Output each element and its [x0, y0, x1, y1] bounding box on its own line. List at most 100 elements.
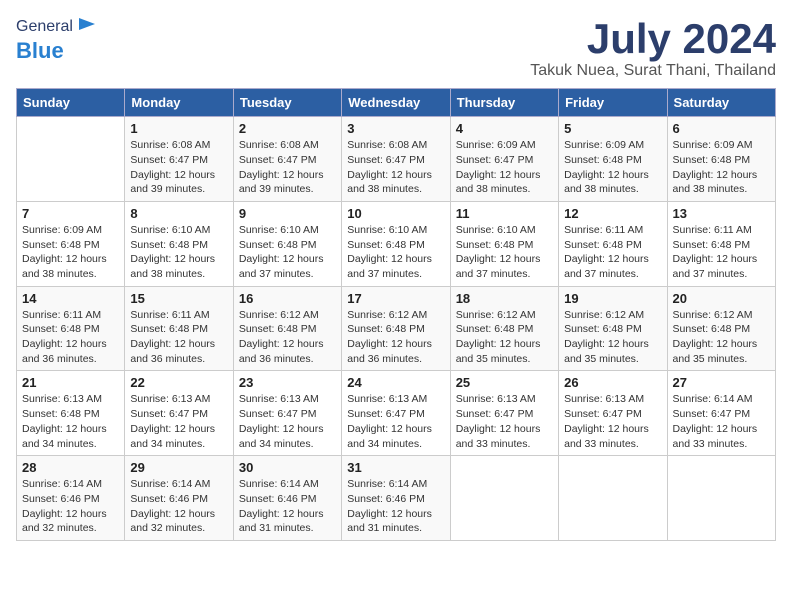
day-number: 28 — [22, 460, 119, 475]
day-info: Sunrise: 6:13 AM Sunset: 6:48 PM Dayligh… — [22, 392, 119, 451]
day-number: 12 — [564, 206, 661, 221]
calendar-week-row: 1Sunrise: 6:08 AM Sunset: 6:47 PM Daylig… — [17, 117, 776, 202]
day-number: 27 — [673, 375, 770, 390]
day-info: Sunrise: 6:14 AM Sunset: 6:46 PM Dayligh… — [239, 477, 336, 536]
day-number: 9 — [239, 206, 336, 221]
day-info: Sunrise: 6:09 AM Sunset: 6:48 PM Dayligh… — [673, 138, 770, 197]
day-info: Sunrise: 6:14 AM Sunset: 6:46 PM Dayligh… — [22, 477, 119, 536]
calendar-cell: 6 Sunrise: 6:09 AM Sunset: 6:48 PM Daylig… — [667, 117, 775, 202]
calendar-cell: 3 Sunrise: 6:08 AM Sunset: 6:47 PM Daylig… — [342, 117, 450, 202]
weekday-header-row: SundayMondayTuesdayWednesdayThursdayFrid… — [17, 89, 776, 117]
day-info: Sunrise: 6:08 AM Sunset: 6:47 PM Dayligh… — [347, 138, 444, 197]
calendar-cell: 21Sunrise: 6:13 AM Sunset: 6:48 PM Dayli… — [17, 371, 125, 456]
weekday-header-wednesday: Wednesday — [342, 89, 450, 117]
logo-flag-icon — [75, 16, 97, 38]
calendar-cell: 23 Sunrise: 6:13 AM Sunset: 6:47 PM Dayli… — [233, 371, 341, 456]
day-info: Sunrise: 6:14 AM Sunset: 6:47 PM Dayligh… — [673, 392, 770, 451]
day-info: Sunrise: 6:12 AM Sunset: 6:48 PM Dayligh… — [347, 308, 444, 367]
day-number: 26 — [564, 375, 661, 390]
calendar-week-row: 7Sunrise: 6:09 AM Sunset: 6:48 PM Daylig… — [17, 201, 776, 286]
weekday-header-sunday: Sunday — [17, 89, 125, 117]
calendar-cell — [559, 456, 667, 541]
logo-general-text: General — [16, 18, 73, 36]
calendar-cell: 31 Sunrise: 6:14 AM Sunset: 6:46 PM Dayli… — [342, 456, 450, 541]
day-number: 5 — [564, 121, 661, 136]
logo-blue-text: Blue — [16, 38, 64, 64]
day-info: Sunrise: 6:12 AM Sunset: 6:48 PM Dayligh… — [456, 308, 553, 367]
day-number: 6 — [673, 121, 770, 136]
calendar-cell: 9Sunrise: 6:10 AM Sunset: 6:48 PM Daylig… — [233, 201, 341, 286]
calendar-cell: 28 Sunrise: 6:14 AM Sunset: 6:46 PM Dayli… — [17, 456, 125, 541]
calendar-cell: 1Sunrise: 6:08 AM Sunset: 6:47 PM Daylig… — [125, 117, 233, 202]
day-info: Sunrise: 6:09 AM Sunset: 6:47 PM Dayligh… — [456, 138, 553, 197]
calendar-cell: 29Sunrise: 6:14 AM Sunset: 6:46 PM Dayli… — [125, 456, 233, 541]
weekday-header-tuesday: Tuesday — [233, 89, 341, 117]
day-info: Sunrise: 6:08 AM Sunset: 6:47 PM Dayligh… — [130, 138, 227, 197]
day-info: Sunrise: 6:11 AM Sunset: 6:48 PM Dayligh… — [564, 223, 661, 282]
day-info: Sunrise: 6:11 AM Sunset: 6:48 PM Dayligh… — [673, 223, 770, 282]
day-info: Sunrise: 6:12 AM Sunset: 6:48 PM Dayligh… — [564, 308, 661, 367]
calendar-cell: 30 Sunrise: 6:14 AM Sunset: 6:46 PM Dayli… — [233, 456, 341, 541]
calendar-cell: 18 Sunrise: 6:12 AM Sunset: 6:48 PM Dayli… — [450, 286, 558, 371]
calendar-cell — [450, 456, 558, 541]
calendar-cell: 7Sunrise: 6:09 AM Sunset: 6:48 PM Daylig… — [17, 201, 125, 286]
day-number: 18 — [456, 291, 553, 306]
day-number: 3 — [347, 121, 444, 136]
day-info: Sunrise: 6:13 AM Sunset: 6:47 PM Dayligh… — [456, 392, 553, 451]
day-number: 8 — [130, 206, 227, 221]
day-info: Sunrise: 6:12 AM Sunset: 6:48 PM Dayligh… — [673, 308, 770, 367]
day-number: 10 — [347, 206, 444, 221]
header: General Blue July 2024 Takuk Nuea, Surat… — [16, 16, 776, 80]
calendar-cell: 26Sunrise: 6:13 AM Sunset: 6:47 PM Dayli… — [559, 371, 667, 456]
day-number: 20 — [673, 291, 770, 306]
calendar-cell: 20 Sunrise: 6:12 AM Sunset: 6:48 PM Dayli… — [667, 286, 775, 371]
weekday-header-monday: Monday — [125, 89, 233, 117]
calendar-week-row: 28 Sunrise: 6:14 AM Sunset: 6:46 PM Dayli… — [17, 456, 776, 541]
day-number: 25 — [456, 375, 553, 390]
calendar-cell: 25 Sunrise: 6:13 AM Sunset: 6:47 PM Dayli… — [450, 371, 558, 456]
location-subtitle: Takuk Nuea, Surat Thani, Thailand — [530, 62, 776, 80]
day-number: 2 — [239, 121, 336, 136]
calendar-cell: 24Sunrise: 6:13 AM Sunset: 6:47 PM Dayli… — [342, 371, 450, 456]
weekday-header-friday: Friday — [559, 89, 667, 117]
day-info: Sunrise: 6:10 AM Sunset: 6:48 PM Dayligh… — [456, 223, 553, 282]
day-info: Sunrise: 6:11 AM Sunset: 6:48 PM Dayligh… — [130, 308, 227, 367]
day-number: 11 — [456, 206, 553, 221]
day-info: Sunrise: 6:14 AM Sunset: 6:46 PM Dayligh… — [130, 477, 227, 536]
day-info: Sunrise: 6:14 AM Sunset: 6:46 PM Dayligh… — [347, 477, 444, 536]
day-number: 15 — [130, 291, 227, 306]
day-number: 23 — [239, 375, 336, 390]
calendar-cell — [17, 117, 125, 202]
day-number: 4 — [456, 121, 553, 136]
weekday-header-saturday: Saturday — [667, 89, 775, 117]
calendar-cell: 4 Sunrise: 6:09 AM Sunset: 6:47 PM Daylig… — [450, 117, 558, 202]
calendar-cell: 16 Sunrise: 6:12 AM Sunset: 6:48 PM Dayli… — [233, 286, 341, 371]
calendar-cell: 8Sunrise: 6:10 AM Sunset: 6:48 PM Daylig… — [125, 201, 233, 286]
day-info: Sunrise: 6:13 AM Sunset: 6:47 PM Dayligh… — [239, 392, 336, 451]
day-number: 17 — [347, 291, 444, 306]
day-number: 13 — [673, 206, 770, 221]
day-info: Sunrise: 6:09 AM Sunset: 6:48 PM Dayligh… — [564, 138, 661, 197]
calendar-week-row: 21Sunrise: 6:13 AM Sunset: 6:48 PM Dayli… — [17, 371, 776, 456]
day-number: 19 — [564, 291, 661, 306]
day-info: Sunrise: 6:13 AM Sunset: 6:47 PM Dayligh… — [130, 392, 227, 451]
calendar-cell: 22Sunrise: 6:13 AM Sunset: 6:47 PM Dayli… — [125, 371, 233, 456]
day-info: Sunrise: 6:12 AM Sunset: 6:48 PM Dayligh… — [239, 308, 336, 367]
day-number: 16 — [239, 291, 336, 306]
calendar-cell: 14Sunrise: 6:11 AM Sunset: 6:48 PM Dayli… — [17, 286, 125, 371]
calendar-cell: 27 Sunrise: 6:14 AM Sunset: 6:47 PM Dayli… — [667, 371, 775, 456]
calendar-cell: 19 Sunrise: 6:12 AM Sunset: 6:48 PM Dayli… — [559, 286, 667, 371]
day-number: 30 — [239, 460, 336, 475]
calendar-week-row: 14 Sunrise: 6:11 AM Sunset: 6:48 PM Dayli… — [17, 286, 776, 371]
day-info: Sunrise: 6:08 AM Sunset: 6:47 PM Dayligh… — [239, 138, 336, 197]
month-year-title: July 2024 — [530, 16, 776, 62]
calendar-table: SundayMondayTuesdayWednesdayThursdayFrid… — [16, 88, 776, 541]
calendar-cell — [667, 456, 775, 541]
calendar-cell: 12 Sunrise: 6:11 AM Sunset: 6:48 PM Dayli… — [559, 201, 667, 286]
day-info: Sunrise: 6:09 AM Sunset: 6:48 PM Dayligh… — [22, 223, 119, 282]
calendar-cell: 5 Sunrise: 6:09 AM Sunset: 6:48 PM Daylig… — [559, 117, 667, 202]
day-number: 14 — [22, 291, 119, 306]
weekday-header-thursday: Thursday — [450, 89, 558, 117]
day-number: 31 — [347, 460, 444, 475]
day-number: 24 — [347, 375, 444, 390]
